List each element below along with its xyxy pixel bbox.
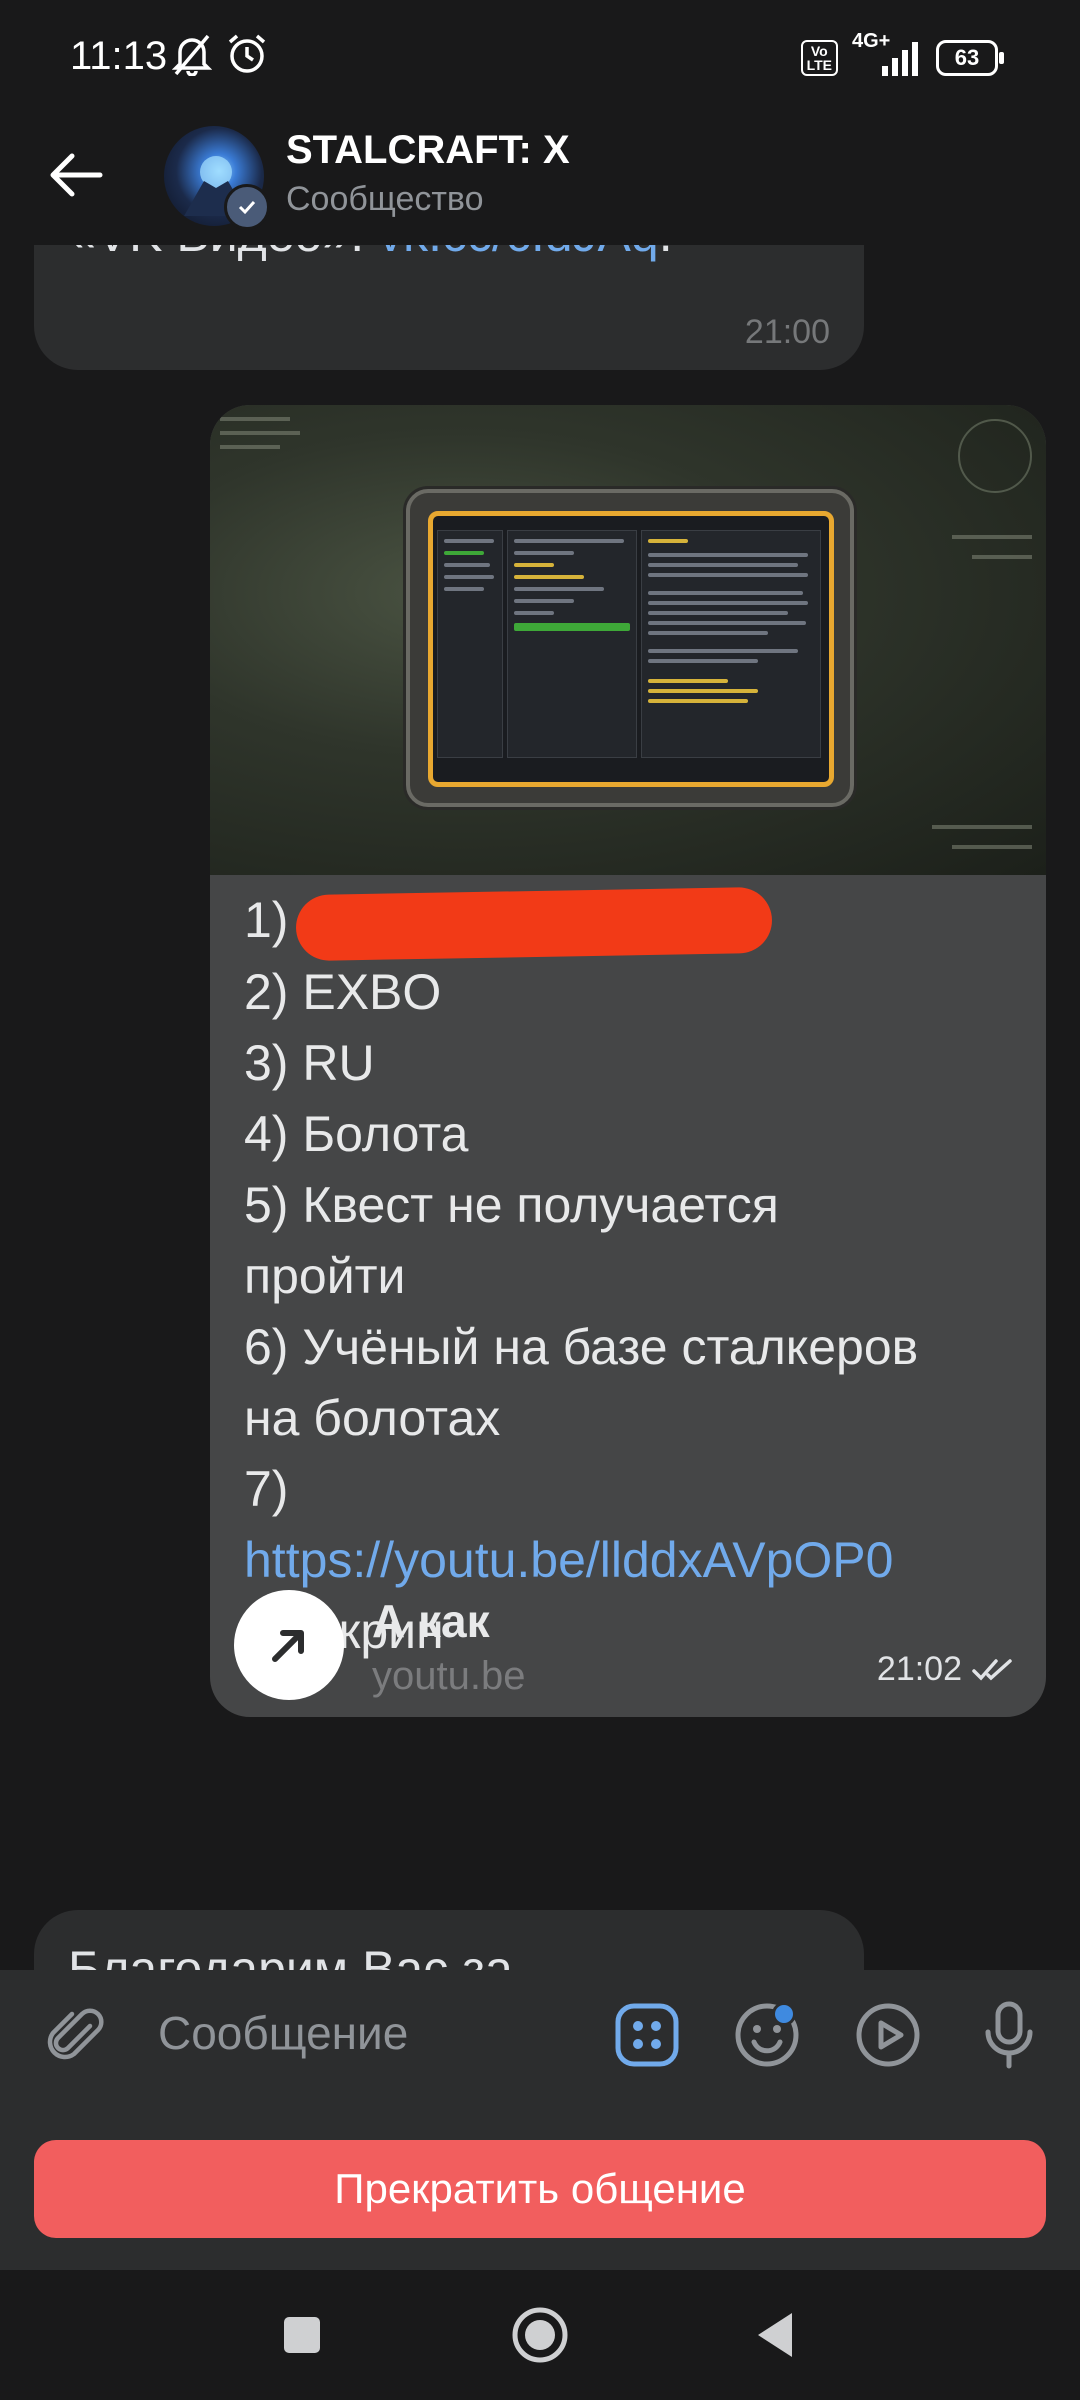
status-bar: 11:13 Vo LTE 4G+ 63	[0, 0, 1080, 120]
back-arrow-icon[interactable]	[44, 142, 110, 208]
redaction-mark	[295, 886, 774, 961]
message-link[interactable]: vk.cc/cIdJAq	[378, 245, 659, 262]
battery-icon: 63	[936, 40, 1004, 76]
emoji-button[interactable]	[732, 2000, 802, 2070]
end-chat-bar: Прекратить общение	[0, 2100, 1080, 2270]
link-preview[interactable]: А как youtu.be	[234, 1590, 834, 1710]
message-text: 1) 2) EXBO 3) RU 4) Болота 5) Квест не п…	[244, 885, 1024, 1667]
message-time: 21:00	[744, 313, 830, 351]
message-list[interactable]: «VK Видео»: vk.cc/cIdJAq. 21:00	[0, 245, 1080, 1970]
attached-screenshot[interactable]	[210, 405, 1046, 875]
alarm-clock-icon	[228, 34, 266, 73]
read-checkmarks-icon	[972, 1658, 1012, 1681]
message-text: Благодарим Вас за	[68, 1941, 513, 1970]
chat-header: STALCRAFT: X Сообщество	[0, 120, 1080, 245]
pda-device	[406, 489, 854, 807]
incoming-message[interactable]: Благодарим Вас за	[34, 1910, 864, 1970]
battery-level: 63	[954, 45, 980, 70]
minimap-icon	[958, 419, 1032, 493]
chat-title[interactable]: STALCRAFT: X	[286, 128, 570, 173]
link-preview-domain: youtu.be	[372, 1654, 526, 1698]
status-time: 11:13	[70, 34, 168, 78]
message-text: «VK Видео»:	[68, 245, 378, 262]
back-icon[interactable]	[748, 2305, 808, 2365]
signal-icon: 4G+	[852, 30, 922, 78]
notification-dot	[772, 2002, 796, 2026]
external-link-icon	[234, 1590, 344, 1700]
play-video-icon[interactable]	[853, 2000, 923, 2070]
link-preview-title: А как	[372, 1595, 490, 1647]
verified-icon	[224, 184, 270, 230]
home-icon[interactable]	[510, 2305, 570, 2365]
outgoing-message[interactable]: 1) 2) EXBO 3) RU 4) Болота 5) Квест не п…	[210, 405, 1046, 1717]
microphone-icon[interactable]	[974, 2000, 1044, 2070]
recents-icon[interactable]	[272, 2305, 332, 2365]
youtube-link[interactable]: https://youtu.be/llddxAVpOP0	[244, 1532, 893, 1588]
volte-icon: Vo LTE	[800, 40, 838, 76]
muted-bell-icon	[172, 34, 212, 76]
system-nav-bar	[0, 2270, 1080, 2400]
chat-subtitle: Сообщество	[286, 180, 484, 218]
message-composer: Сообщение	[0, 1970, 1080, 2100]
message-time: 21:02	[876, 1650, 962, 1688]
incoming-message[interactable]: «VK Видео»: vk.cc/cIdJAq. 21:00	[34, 245, 864, 370]
end-chat-button[interactable]: Прекратить общение	[34, 2140, 1046, 2238]
message-input[interactable]: Сообщение	[158, 2006, 408, 2060]
paperclip-icon[interactable]	[44, 2004, 108, 2068]
keyboard-bot-icon[interactable]	[612, 2000, 682, 2070]
